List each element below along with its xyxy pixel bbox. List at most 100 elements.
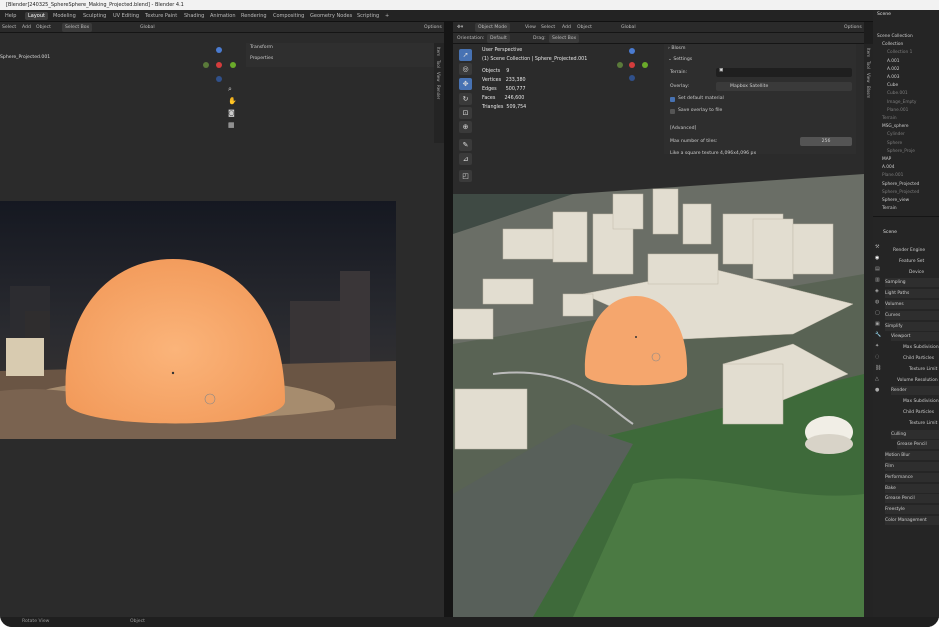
workspace-tab[interactable]: Texture Paint xyxy=(142,12,180,20)
outliner-item[interactable]: MSG_sphere xyxy=(882,123,909,130)
z-axis-icon[interactable] xyxy=(216,47,222,53)
tab-item[interactable]: Item xyxy=(866,48,871,57)
properties-panel-header[interactable]: Color Management xyxy=(885,516,939,525)
mode-dropdown[interactable]: Object Mode xyxy=(475,23,510,32)
tab-tool[interactable]: Tool xyxy=(866,61,871,69)
menu-add[interactable]: Add xyxy=(562,23,571,32)
outliner-item[interactable]: Collection 1 xyxy=(887,49,912,56)
set-default-material-checkbox[interactable] xyxy=(670,97,675,102)
properties-panel-header[interactable]: Performance xyxy=(885,472,939,482)
neg-z-axis-icon[interactable] xyxy=(629,75,635,81)
view-layer-icon[interactable]: ▥ xyxy=(875,277,882,284)
outliner-item[interactable]: Terrain xyxy=(882,205,897,212)
editor-type-icon[interactable]: ✥▾ xyxy=(457,23,463,32)
tool-icon[interactable]: ⚒ xyxy=(875,244,882,251)
camera-icon[interactable]: ◙ xyxy=(228,109,235,117)
y-axis-icon[interactable] xyxy=(642,62,648,68)
outliner-item[interactable]: Plane.001 xyxy=(887,107,908,114)
select-tool-icon[interactable]: ➚ xyxy=(459,49,472,61)
outliner-item[interactable]: A.003 xyxy=(887,74,899,81)
tab-tool[interactable]: Tool xyxy=(436,60,441,68)
data-icon[interactable]: △ xyxy=(875,376,882,383)
workspace-tab[interactable]: Shading xyxy=(181,12,207,20)
measure-tool-icon[interactable]: ⊿ xyxy=(459,153,472,165)
options-dropdown[interactable]: Options xyxy=(424,23,442,32)
workspace-tab[interactable]: Sculpting xyxy=(80,12,109,20)
outliner-item[interactable]: Image_Empty xyxy=(887,99,916,106)
outliner-item[interactable]: Terrain xyxy=(882,115,897,122)
outliner-item[interactable]: Sphere_Projected xyxy=(882,181,919,188)
workspace-tab[interactable]: + xyxy=(382,12,392,20)
workspace-tab[interactable]: Rendering xyxy=(238,12,270,20)
outliner[interactable]: Scene Scene Collection Collection Collecti… xyxy=(873,10,939,627)
neg-y-axis-icon[interactable] xyxy=(617,62,623,68)
outliner-item[interactable]: Sphere_Proje xyxy=(887,148,915,155)
outliner-item[interactable]: Scene Collection xyxy=(877,33,913,40)
rotate-tool-icon[interactable]: ↻ xyxy=(459,93,472,105)
tab-view[interactable]: View xyxy=(866,73,871,83)
orientation-global[interactable]: Global xyxy=(140,23,155,32)
tab-view[interactable]: View xyxy=(436,72,441,82)
outliner-item[interactable]: Sphere_view xyxy=(882,197,909,204)
max-tiles-field[interactable]: 256 xyxy=(800,137,852,146)
render-icon[interactable]: ◉ xyxy=(875,255,882,262)
menu-object[interactable]: Object xyxy=(36,23,51,32)
workspace-tab[interactable]: Help xyxy=(2,12,19,20)
zoom-icon[interactable]: ⌕ xyxy=(228,85,232,94)
properties-panel-header[interactable]: Bake xyxy=(885,483,939,493)
panel-properties[interactable]: Properties xyxy=(250,56,273,61)
workspace-tab[interactable]: Scripting xyxy=(354,12,382,20)
outliner-item[interactable]: Plane.001 xyxy=(882,172,903,179)
outliner-item[interactable]: MAP xyxy=(882,156,891,163)
menu-select[interactable]: Select xyxy=(541,23,555,32)
cursor-tool-icon[interactable]: ◎ xyxy=(459,63,472,75)
left-viewport[interactable]: Sphere_Projected.001 ⌕ ✋ ◙ ▦ Transform P… xyxy=(0,33,444,617)
transform-tool-icon[interactable]: ⊕ xyxy=(459,121,472,133)
menu-view[interactable]: View xyxy=(525,23,536,32)
overlay-dropdown[interactable]: Mapbox Satellite xyxy=(716,82,852,91)
grid-icon[interactable]: ▦ xyxy=(228,121,235,129)
properties-panel-header[interactable]: Light Paths xyxy=(885,289,939,299)
x-axis-icon[interactable] xyxy=(629,62,635,68)
properties-panel-header[interactable]: Simplify xyxy=(885,321,939,331)
panel-transform[interactable]: Transform xyxy=(250,45,273,50)
particles-icon[interactable]: ✦ xyxy=(875,343,882,350)
navigation-gizmo[interactable] xyxy=(615,48,649,82)
select-box-dropdown[interactable]: Select Box xyxy=(62,23,93,32)
menu-select[interactable]: Select xyxy=(2,23,16,32)
properties-panel-header[interactable]: Culling xyxy=(891,429,939,439)
right-viewport[interactable]: User Perspective (1) Scene Collection | … xyxy=(453,44,864,617)
orientation-dropdown[interactable]: Default xyxy=(487,34,510,43)
hand-icon[interactable]: ✋ xyxy=(228,97,237,105)
material-icon[interactable]: ● xyxy=(875,387,882,394)
outliner-item[interactable]: Cube.001 xyxy=(887,90,908,97)
workspace-tab[interactable]: UV Editing xyxy=(110,12,142,20)
add-cube-tool-icon[interactable]: ◰ xyxy=(459,170,472,182)
properties-panel-header[interactable]: Render xyxy=(891,386,939,396)
area-divider[interactable] xyxy=(444,22,453,617)
outliner-item[interactable]: Cylinder xyxy=(887,131,905,138)
properties-panel-header[interactable]: Freestyle xyxy=(885,505,939,515)
tab-blosm[interactable]: Blosm xyxy=(866,86,871,98)
outliner-item[interactable]: Cube xyxy=(887,82,898,89)
orientation-global[interactable]: Global xyxy=(621,23,636,32)
outliner-item[interactable]: Collection xyxy=(882,41,903,48)
outliner-item[interactable]: A.001 xyxy=(887,58,899,65)
output-icon[interactable]: ▤ xyxy=(875,266,882,273)
outliner-item[interactable]: Sphere xyxy=(887,140,902,147)
drag-dropdown[interactable]: Select Box xyxy=(549,34,580,43)
navigation-gizmo[interactable] xyxy=(201,47,237,83)
properties-panel-header[interactable]: Sampling xyxy=(885,278,939,288)
workspace-tab[interactable]: Modeling xyxy=(50,12,79,20)
scene-icon[interactable]: ◈ xyxy=(875,288,882,295)
physics-icon[interactable]: ◌ xyxy=(875,354,882,361)
world-icon[interactable]: ◍ xyxy=(875,299,882,306)
outliner-item[interactable]: Sphere_Projected xyxy=(882,189,919,196)
menu-add[interactable]: Add xyxy=(22,23,31,32)
properties-panel-header[interactable]: Volumes xyxy=(885,300,939,309)
object-icon[interactable]: ▣ xyxy=(875,321,882,328)
scale-tool-icon[interactable]: ⊡ xyxy=(459,107,472,119)
properties-panel-header[interactable]: Grease Pencil xyxy=(897,440,939,450)
properties-editor[interactable]: Scene ⚒ ◉ ▤ ▥ ◈ ◍ ▢ ▣ 🔧 ✦ ◌ ⛓ △ ● Render Engine Featur… xyxy=(873,218,939,627)
workspace-tab[interactable]: Compositing xyxy=(270,12,307,20)
